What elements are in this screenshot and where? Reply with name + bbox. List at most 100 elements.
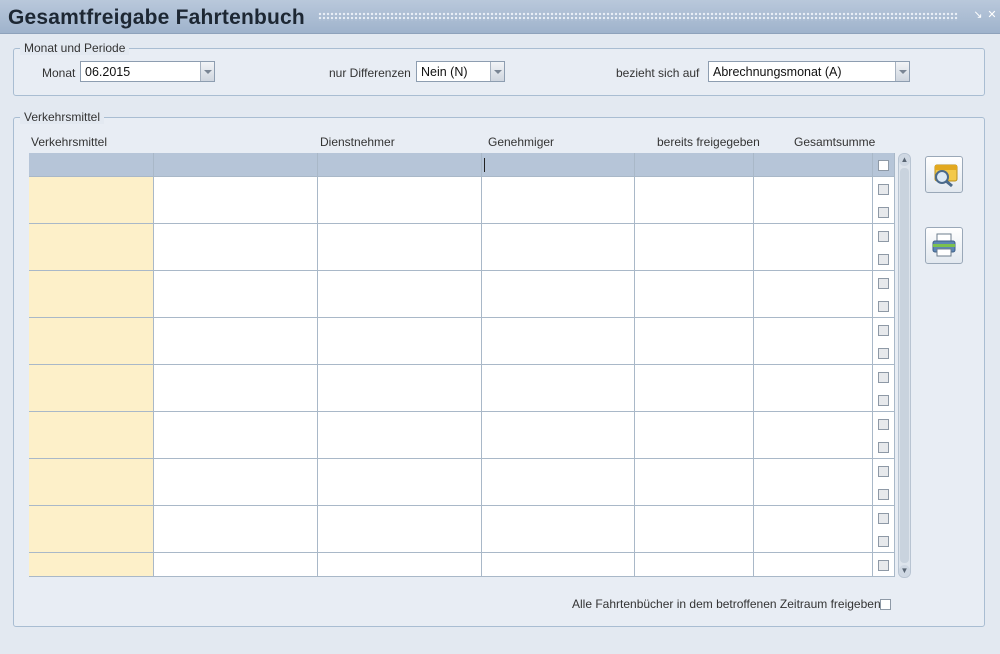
table-cell[interactable] (754, 435, 873, 460)
table-cell[interactable] (318, 270, 482, 295)
table-cell[interactable] (154, 529, 318, 554)
row-checkbox[interactable] (878, 371, 889, 383)
table-cell[interactable] (154, 223, 318, 248)
row-checkbox[interactable] (878, 348, 889, 360)
table-row[interactable] (29, 482, 899, 507)
table-cell[interactable] (482, 223, 635, 248)
release-all-checkbox[interactable] (880, 599, 891, 610)
scroll-down-icon[interactable]: ▼ (899, 565, 910, 577)
table-cell[interactable] (154, 294, 318, 319)
table-cell[interactable] (635, 482, 754, 507)
table-cell[interactable] (635, 270, 754, 295)
table-row[interactable] (29, 529, 899, 554)
table-cell[interactable] (754, 505, 873, 530)
table-cell[interactable] (635, 317, 754, 342)
row-checkbox[interactable] (878, 465, 889, 477)
table-cell[interactable] (154, 458, 318, 483)
table-cell[interactable] (482, 341, 635, 366)
table-cell[interactable] (482, 317, 635, 342)
table-header-row[interactable] (29, 153, 899, 177)
table-cell[interactable] (318, 341, 482, 366)
table-cell[interactable] (635, 223, 754, 248)
table-cell[interactable] (754, 482, 873, 507)
filter-cell[interactable] (29, 153, 154, 177)
table-cell[interactable] (318, 317, 482, 342)
table-cell[interactable] (754, 200, 873, 225)
table-cell[interactable] (754, 341, 873, 366)
table-cell[interactable] (318, 529, 482, 554)
table-cell[interactable] (482, 411, 635, 436)
table-cell[interactable] (154, 482, 318, 507)
table-cell[interactable] (154, 435, 318, 460)
table-row[interactable] (29, 341, 899, 366)
table-cell[interactable] (482, 435, 635, 460)
table-row[interactable] (29, 247, 899, 272)
table-cell[interactable] (29, 247, 154, 272)
table-row[interactable] (29, 223, 899, 248)
table-cell[interactable] (635, 458, 754, 483)
table-cell[interactable] (29, 411, 154, 436)
table-cell[interactable] (29, 435, 154, 460)
table-cell[interactable] (482, 294, 635, 319)
table-cell[interactable] (635, 200, 754, 225)
table-cell[interactable] (635, 364, 754, 389)
table-row[interactable] (29, 411, 899, 436)
table-cell[interactable] (318, 411, 482, 436)
filter-cell[interactable] (482, 153, 635, 177)
table-cell[interactable] (482, 270, 635, 295)
table-cell[interactable] (154, 411, 318, 436)
table-cell[interactable] (754, 458, 873, 483)
table-cell[interactable] (29, 482, 154, 507)
scroll-up-icon[interactable]: ▲ (899, 154, 910, 166)
table-cell[interactable] (635, 553, 754, 577)
filter-cell[interactable] (318, 153, 482, 177)
bezieht-select[interactable]: Abrechnungsmonat (A) (708, 61, 910, 82)
scrollbar-thumb[interactable] (900, 168, 909, 563)
row-checkbox[interactable] (878, 254, 889, 266)
table-row[interactable] (29, 553, 899, 577)
table-row[interactable] (29, 364, 899, 389)
table-cell[interactable] (635, 505, 754, 530)
table-cell[interactable] (318, 364, 482, 389)
table-cell[interactable] (754, 388, 873, 413)
close-icon[interactable]: ✕ (986, 9, 998, 21)
table-cell[interactable] (29, 176, 154, 201)
table-cell[interactable] (154, 505, 318, 530)
table-row[interactable] (29, 458, 899, 483)
row-checkbox[interactable] (878, 418, 889, 430)
table-cell[interactable] (29, 270, 154, 295)
row-checkbox[interactable] (878, 324, 889, 336)
row-checkbox[interactable] (878, 183, 889, 195)
table-cell[interactable] (154, 364, 318, 389)
table-cell[interactable] (29, 364, 154, 389)
table-cell[interactable] (482, 388, 635, 413)
table-cell[interactable] (635, 388, 754, 413)
minimize-icon[interactable]: ↘ (972, 9, 984, 21)
table-cell[interactable] (482, 200, 635, 225)
table-cell[interactable] (318, 505, 482, 530)
filter-cell[interactable] (754, 153, 873, 177)
table-cell[interactable] (482, 482, 635, 507)
row-checkbox[interactable] (878, 512, 889, 524)
table-cell[interactable] (318, 388, 482, 413)
table-cell[interactable] (318, 482, 482, 507)
table-row[interactable] (29, 176, 899, 201)
chevron-down-icon[interactable] (895, 62, 909, 81)
table-cell[interactable] (482, 458, 635, 483)
table-cell[interactable] (29, 341, 154, 366)
table-row[interactable] (29, 270, 899, 295)
table-cell[interactable] (635, 529, 754, 554)
table-cell[interactable] (29, 458, 154, 483)
chevron-down-icon[interactable] (200, 62, 214, 81)
table-cell[interactable] (754, 529, 873, 554)
table-cell[interactable] (29, 388, 154, 413)
table-cell[interactable] (482, 364, 635, 389)
table-cell[interactable] (482, 553, 635, 577)
table-cell[interactable] (318, 176, 482, 201)
row-checkbox[interactable] (878, 395, 889, 407)
row-checkbox[interactable] (878, 489, 889, 501)
row-checkbox[interactable] (878, 230, 889, 242)
table-cell[interactable] (482, 529, 635, 554)
table-row[interactable] (29, 505, 899, 530)
table-cell[interactable] (754, 411, 873, 436)
